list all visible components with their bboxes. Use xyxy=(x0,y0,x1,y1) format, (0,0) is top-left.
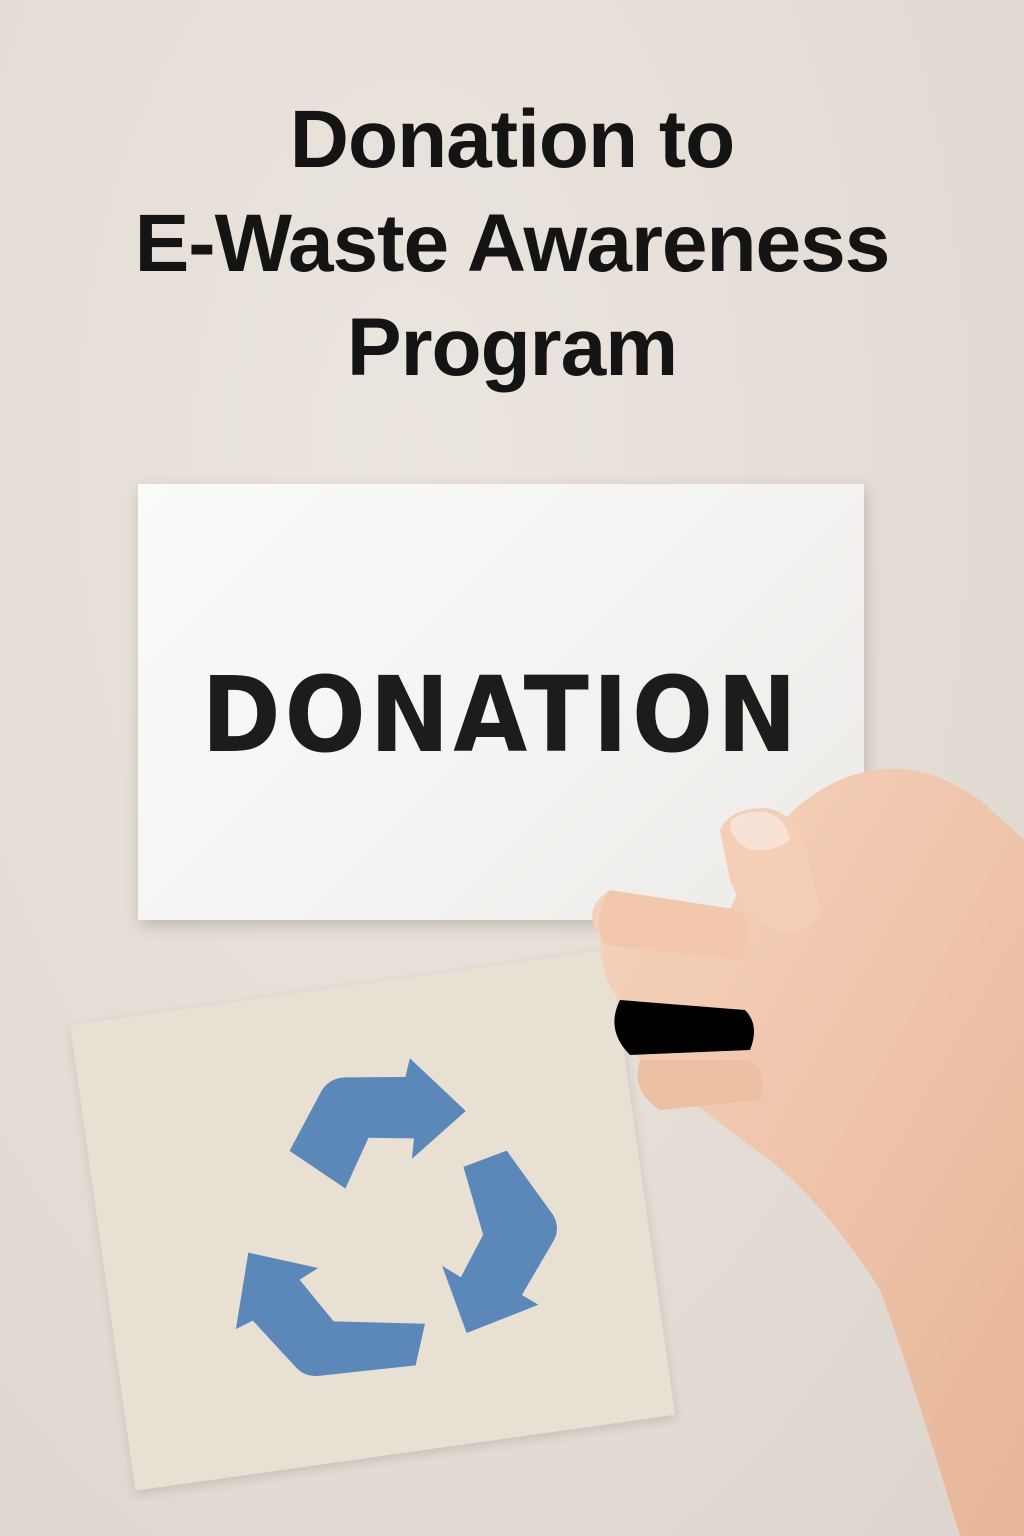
headline: Donation to E-Waste Awareness Program xyxy=(0,88,1024,400)
scene: Donation to E-Waste Awareness Program DO… xyxy=(0,0,1024,1536)
headline-line-1: Donation to xyxy=(289,94,735,185)
recycle-icon xyxy=(235,1058,558,1377)
hand-illustration xyxy=(592,768,1024,1536)
headline-line-3: Program xyxy=(346,302,678,393)
headline-line-2: E-Waste Awareness xyxy=(134,198,891,289)
